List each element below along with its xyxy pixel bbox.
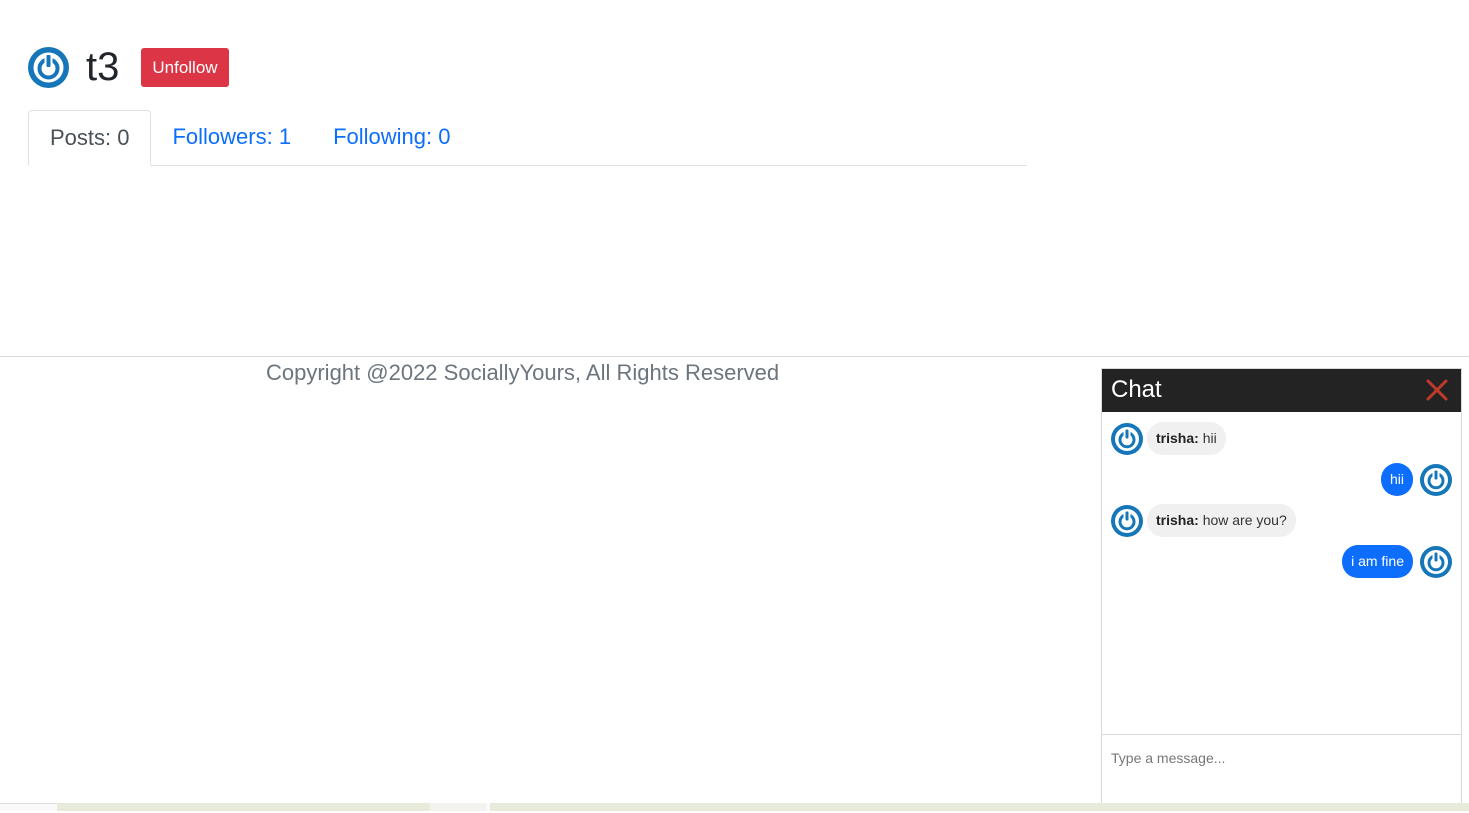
close-icon[interactable]: [1425, 378, 1449, 402]
profile-avatar-power-icon: [28, 46, 69, 88]
profile-header: t3 Unfollow: [28, 45, 229, 89]
bottom-strip-segment: [486, 803, 490, 811]
profile-username: t3: [86, 45, 120, 89]
chat-panel: Chat trisha: hii hii trisha: how are you…: [1101, 368, 1462, 811]
message-bubble: hii: [1380, 463, 1413, 496]
message-text: how are you?: [1202, 512, 1287, 528]
message-sender: trisha:: [1156, 512, 1199, 528]
chat-message-incoming: trisha: hii: [1111, 422, 1226, 455]
footer-copyright: Copyright @2022 SociallyYours, All Right…: [266, 360, 780, 385]
message-bubble: i am fine: [1342, 545, 1413, 578]
own-avatar-power-icon: [1420, 463, 1452, 496]
message-sender: trisha:: [1156, 430, 1199, 446]
bottom-strip-segment: [0, 803, 57, 811]
message-text: hii: [1202, 430, 1217, 446]
chat-message-input[interactable]: [1102, 735, 1461, 781]
tab-followers[interactable]: Followers: 1: [151, 110, 312, 166]
tab-posts[interactable]: Posts: 0: [28, 110, 152, 166]
sender-avatar-power-icon: [1111, 422, 1143, 455]
message-bubble: trisha: how are you?: [1147, 504, 1296, 537]
message-bubble: trisha: hii: [1147, 422, 1226, 455]
sender-avatar-power-icon: [1111, 504, 1143, 537]
tab-following[interactable]: Following: 0: [312, 110, 471, 166]
bottom-strip-segment: [430, 803, 486, 811]
chat-message-outgoing: i am fine: [1342, 545, 1452, 578]
chat-header: Chat: [1102, 369, 1461, 412]
own-avatar-power-icon: [1420, 545, 1452, 578]
chat-input-area: [1102, 734, 1461, 813]
chat-message-incoming: trisha: how are you?: [1111, 504, 1296, 537]
profile-tabs: Posts: 0 Followers: 1 Following: 0: [28, 110, 1027, 166]
bottom-strip: [0, 803, 1469, 811]
chat-title: Chat: [1111, 376, 1162, 403]
unfollow-button[interactable]: Unfollow: [141, 47, 229, 87]
footer-divider: [0, 356, 1469, 357]
chat-message-outgoing: hii: [1380, 463, 1452, 496]
